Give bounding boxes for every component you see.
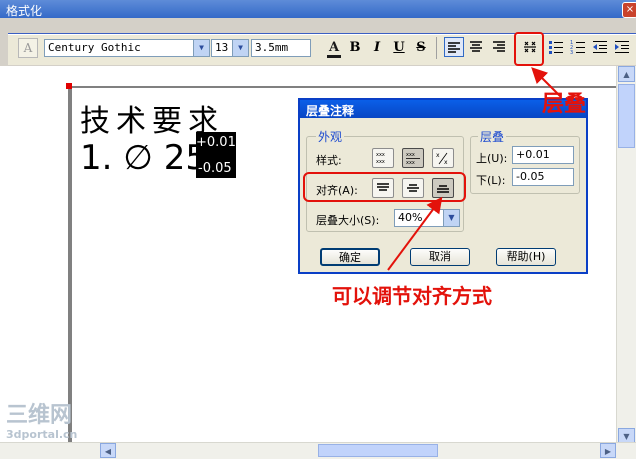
scroll-up-arrow[interactable]: ▲ <box>618 66 635 82</box>
watermark-line1: 三维网 <box>6 403 73 428</box>
vertical-scrollbar[interactable]: ▲ ▼ <box>616 66 636 446</box>
scroll-left-arrow[interactable]: ◀ <box>100 443 116 458</box>
watermark: 三维网 3dportal.cn <box>6 403 78 442</box>
stack-arrow <box>531 67 561 97</box>
align-arrow <box>387 196 443 271</box>
watermark-line2: 3dportal.cn <box>6 428 78 441</box>
scroll-right-arrow[interactable]: ▶ <box>600 443 616 458</box>
scroll-thumb-vertical[interactable] <box>618 84 635 148</box>
callout-arrows <box>387 67 561 271</box>
scroll-thumb-horizontal[interactable] <box>318 444 438 457</box>
horizontal-scrollbar[interactable]: ◀ ▶ <box>0 442 636 459</box>
